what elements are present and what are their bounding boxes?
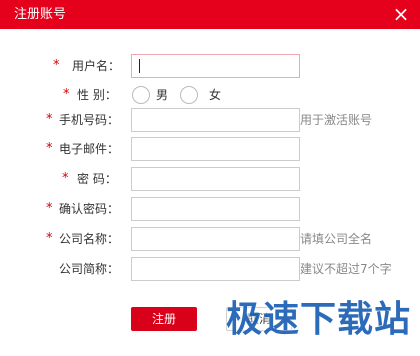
required-mark: * — [46, 141, 53, 156]
username-input[interactable] — [131, 54, 300, 78]
company-name-row: * 公司名称： 请填公司全名 — [0, 227, 420, 251]
company-name-input[interactable] — [131, 227, 300, 251]
gender-male-label: 男 — [156, 88, 169, 102]
company-short-hint: 建议不超过7个字 — [300, 262, 392, 276]
confirm-password-row: * 确认密码： — [0, 197, 420, 221]
company-name-label: 公司名称： — [59, 232, 120, 246]
close-icon[interactable]: × — [390, 2, 412, 26]
password-label: 密 码： — [77, 172, 117, 186]
required-mark: * — [46, 112, 53, 127]
watermark-logo: 极速下载站 — [226, 299, 412, 340]
required-mark: * — [63, 87, 70, 102]
phone-row: * 手机号码： 用于激活账号 — [0, 108, 420, 132]
gender-male-radio[interactable] — [132, 86, 150, 104]
gender-row: * 性 别： 男 女 — [0, 83, 420, 107]
password-input[interactable] — [131, 167, 300, 191]
username-row: * 用户名： — [0, 54, 420, 78]
title-bar: 注册账号 × — [0, 0, 420, 29]
register-button[interactable]: 注册 — [131, 307, 197, 331]
company-name-hint: 请填公司全名 — [300, 232, 373, 246]
phone-hint: 用于激活账号 — [300, 113, 373, 127]
gender-label: 性 别： — [77, 88, 117, 102]
confirm-password-input[interactable] — [131, 197, 300, 221]
phone-label: 手机号码： — [59, 113, 120, 127]
company-short-input[interactable] — [131, 257, 300, 281]
company-short-row: 公司简称： 建议不超过7个字 — [0, 257, 420, 281]
gender-female-radio[interactable] — [180, 86, 198, 104]
required-mark: * — [46, 231, 53, 246]
email-label: 电子邮件： — [59, 142, 120, 156]
username-label: 用户名： — [72, 59, 121, 73]
email-input[interactable] — [131, 137, 300, 161]
window-title: 注册账号 — [14, 7, 67, 22]
password-row: * 密 码： — [0, 167, 420, 191]
required-mark: * — [62, 171, 69, 186]
text-caret — [139, 59, 140, 73]
gender-female-label: 女 — [209, 88, 222, 102]
confirm-password-label: 确认密码： — [59, 202, 120, 216]
company-short-label: 公司简称： — [59, 262, 120, 276]
email-row: * 电子邮件： — [0, 137, 420, 161]
phone-input[interactable] — [131, 108, 300, 132]
required-mark: * — [53, 58, 60, 73]
required-mark: * — [46, 201, 53, 216]
